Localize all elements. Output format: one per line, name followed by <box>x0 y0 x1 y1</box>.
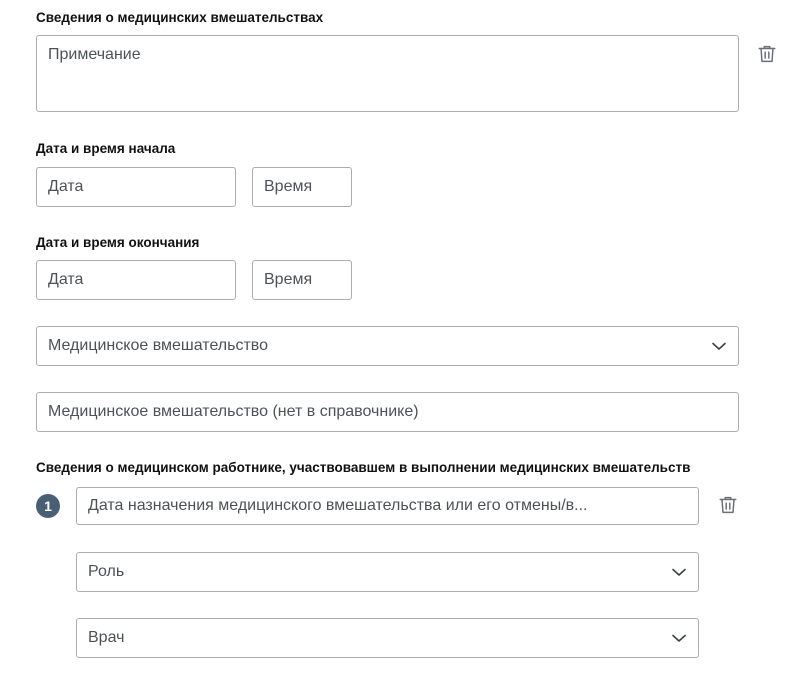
start-date-input[interactable]: Дата <box>36 167 236 207</box>
end-time-input[interactable]: Время <box>252 260 352 300</box>
item-number-badge: 1 <box>36 494 60 518</box>
intervention-select[interactable]: Медицинское вмешательство <box>36 326 739 366</box>
note-placeholder: Примечание <box>48 46 141 63</box>
chevron-down-icon <box>672 568 686 576</box>
intervention-select-value: Медицинское вмешательство <box>48 337 269 354</box>
role-select[interactable]: Роль <box>76 552 699 592</box>
trash-icon[interactable] <box>756 43 778 65</box>
intervention-custom-placeholder: Медицинское вмешательство (нет в справоч… <box>48 403 419 420</box>
assignment-date-placeholder: Дата назначения медицинского вмешательст… <box>88 497 588 514</box>
note-textarea[interactable]: Примечание <box>36 35 739 112</box>
start-time-input[interactable]: Время <box>252 167 352 207</box>
trash-icon[interactable] <box>717 494 739 516</box>
assignment-date-input[interactable]: Дата назначения медицинского вмешательст… <box>76 487 699 525</box>
start-date-placeholder: Дата <box>48 178 84 195</box>
end-date-placeholder: Дата <box>48 271 84 288</box>
chevron-down-icon <box>712 342 726 350</box>
position-select-value: Врач <box>88 629 125 646</box>
workers-title: Сведения о медицинском работнике, участв… <box>36 460 691 475</box>
chevron-down-icon <box>672 634 686 642</box>
position-select[interactable]: Врач <box>76 618 699 658</box>
interventions-title: Сведения о медицинских вмешательствах <box>36 10 324 25</box>
role-select-value: Роль <box>88 563 125 580</box>
intervention-custom-input[interactable]: Медицинское вмешательство (нет в справоч… <box>36 392 739 432</box>
start-datetime-label: Дата и время начала <box>36 141 176 156</box>
end-time-placeholder: Время <box>264 271 313 288</box>
start-time-placeholder: Время <box>264 178 313 195</box>
end-date-input[interactable]: Дата <box>36 260 236 300</box>
end-datetime-label: Дата и время окончания <box>36 235 200 250</box>
